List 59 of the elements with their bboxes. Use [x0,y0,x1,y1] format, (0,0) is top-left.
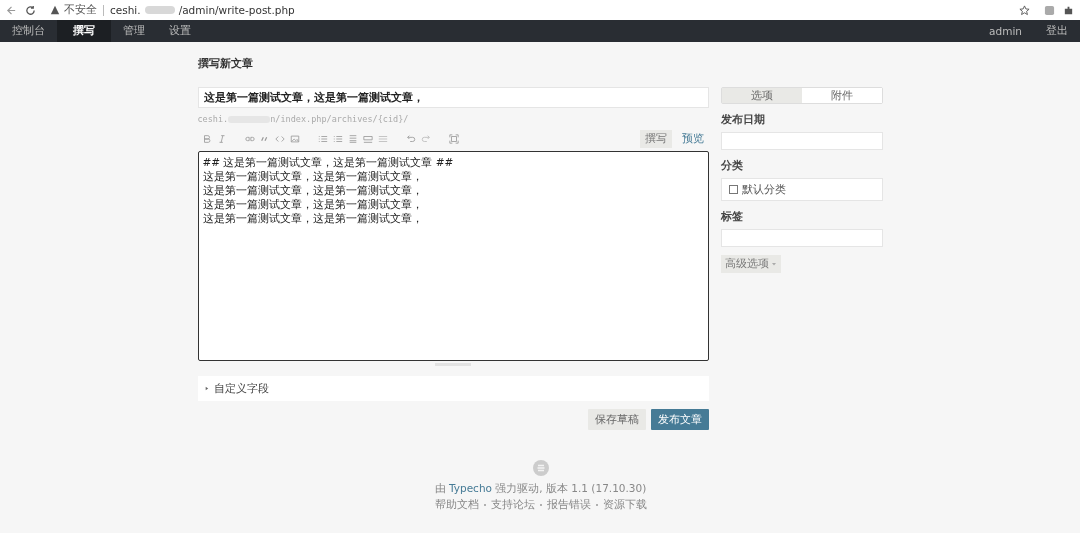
bold-icon[interactable] [201,134,212,144]
permalink-path: n/index.php/archives/{cid}/ [270,114,409,124]
puzzle-icon[interactable] [1063,4,1074,16]
save-draft-button[interactable]: 保存草稿 [587,409,646,430]
checkbox[interactable] [728,185,738,194]
ordered-list-icon[interactable] [317,134,328,144]
advanced-options-button[interactable]: 高级选项 [720,255,781,273]
warning-icon [50,5,60,15]
permalink-host: ceshi. [197,114,229,124]
heading-icon[interactable] [347,134,358,144]
logout-link[interactable]: 登出 [1034,20,1080,42]
quote-icon[interactable] [259,134,270,144]
link-icon[interactable] [244,134,255,144]
bullet-list-icon[interactable] [332,134,343,144]
footer-link[interactable]: 支持论坛 [490,498,535,512]
nav-item[interactable]: 管理 [111,20,157,42]
code-icon[interactable] [274,134,285,144]
url-host: ceshi. [110,4,141,16]
logo-icon [532,460,549,476]
sidebar-tab[interactable]: 附件 [801,88,882,103]
nav-item[interactable]: 控制台 [0,20,57,42]
redo-icon[interactable] [420,134,431,144]
security-label: 不安全 [64,3,97,17]
user-link[interactable]: admin [977,20,1034,42]
date-label: 发布日期 [720,113,766,127]
sidebar-tab[interactable]: 选项 [721,88,802,103]
publish-button[interactable]: 发布文章 [650,409,709,430]
rule-icon[interactable] [377,134,388,144]
blurred-text [144,6,175,14]
category-label: 分类 [720,159,744,173]
undo-icon[interactable] [405,134,416,144]
footer-link[interactable]: 资源下载 [602,498,647,512]
caret-icon [770,261,777,267]
tags-field[interactable] [720,229,883,247]
nav-item[interactable]: 设置 [157,20,203,42]
image-icon[interactable] [289,134,300,144]
powered-by-text: 由 Typecho 强力驱动, 版本 1.1 (17.10.30) [434,482,647,496]
date-field[interactable] [720,132,883,150]
content-editor[interactable]: ## 这是第一篇测试文章，这是第一篇测试文章 ## 这是第一篇测试文章，这是第一篇测试文章， 这是第一篇测试文章，这是第一篇测试文章， 这是第一篇测试文章，这是第一篇测试文章， 这是第一篇测试文章，这是第一篇测试文章， [197,151,709,361]
mode-tab[interactable]: 撰写 [639,130,672,148]
back-icon[interactable] [6,4,17,16]
custom-fields-label: 自定义字段 [213,381,269,396]
typecho-link[interactable]: Typecho [449,482,492,494]
star-icon[interactable] [1019,4,1030,16]
footer-link[interactable]: 报告错误 [546,498,591,512]
category-option[interactable]: 默认分类 [741,182,786,197]
more-icon[interactable] [362,134,373,144]
reload-icon[interactable] [25,4,36,16]
caret-icon [203,386,209,391]
nav-item[interactable]: 撰写 [57,20,111,42]
fullscreen-icon[interactable] [448,134,459,144]
page-title: 撰写新文章 [197,56,254,71]
custom-fields-panel[interactable]: 自定义字段 [197,376,709,401]
mode-tab[interactable]: 预览 [676,130,709,148]
url-path: /admin/write-post.php [178,4,295,16]
title-field[interactable]: 这是第一篇测试文章，这是第一篇测试文章， [197,87,709,108]
tags-label: 标签 [720,210,744,224]
footer-link[interactable]: 帮助文档 [434,498,479,512]
extension-icon[interactable] [1044,4,1055,16]
